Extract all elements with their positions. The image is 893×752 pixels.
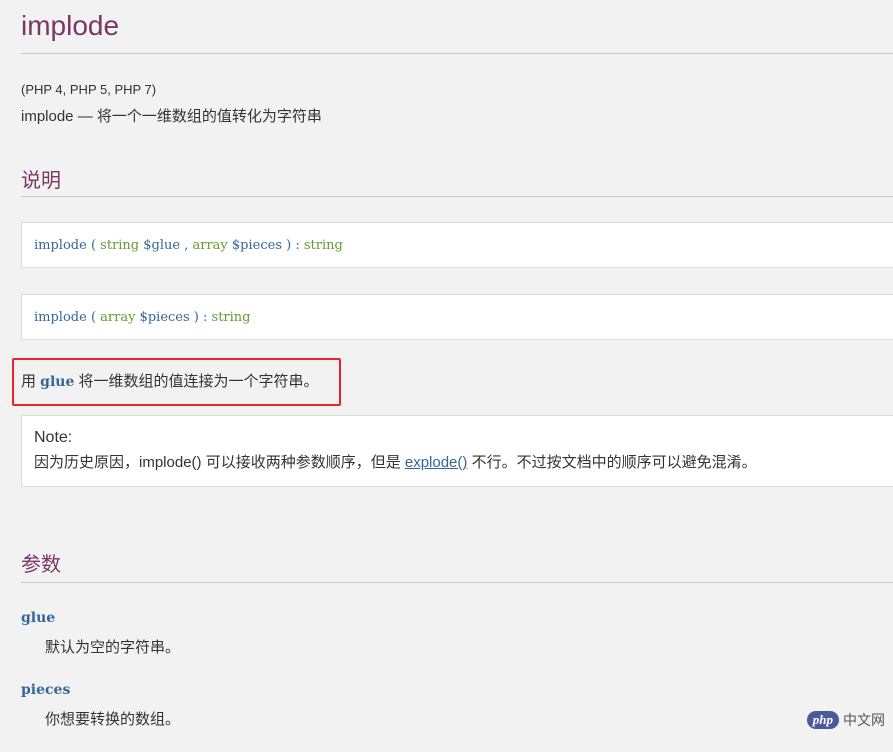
site-watermark: php 中文网 [806, 710, 885, 730]
note-colon: : [67, 429, 73, 446]
sig1-type1[interactable]: string [100, 238, 139, 253]
highlight-box [12, 358, 341, 406]
sig1-return[interactable]: string [304, 238, 343, 253]
signature-box-1: implode ( string $glue , array $pieces )… [21, 222, 893, 268]
php-versions: (PHP 4, PHP 5, PHP 7) [21, 82, 157, 97]
note-box: Note: 因为历史原因，implode() 可以接收两种参数顺序，但是 exp… [21, 415, 893, 487]
sig2-type1[interactable]: array [100, 310, 135, 325]
parameters-divider [21, 582, 893, 583]
param-name-pieces: pieces [21, 682, 71, 698]
sig1-function[interactable]: implode [34, 238, 87, 253]
param-desc-pieces: 你想要转换的数组。 [45, 711, 181, 728]
description-heading: 说明 [21, 170, 61, 192]
watermark-text: 中文网 [843, 712, 885, 728]
sig2-function[interactable]: implode [34, 310, 87, 325]
note-text-post: 不行。不过按文档中的顺序可以避免混淆。 [467, 454, 757, 471]
sig2-open: ( [86, 310, 101, 325]
function-purpose: implode — 将一个一维数组的值转化为字符串 [21, 105, 322, 126]
note-text: 因为历史原因，implode() 可以接收两种参数顺序，但是 explode()… [34, 451, 881, 472]
sig1-type2[interactable]: array [192, 238, 227, 253]
param-desc-glue: 默认为空的字符串。 [45, 639, 181, 656]
explode-link[interactable]: explode() [405, 454, 468, 471]
sig2-close: ) : [189, 310, 212, 325]
purpose-text: 将一个一维数组的值转化为字符串 [96, 108, 322, 125]
signature-box-2: implode ( array $pieces ) : string [21, 294, 893, 340]
note-label: Note [34, 429, 68, 446]
parameters-heading: 参数 [21, 554, 61, 576]
purpose-sep: — [73, 108, 97, 125]
sig1-close: ) : [282, 238, 304, 253]
sig1-var2: $pieces [227, 238, 282, 253]
title-divider [21, 53, 893, 54]
note-text-pre: 因为历史原因，implode() 可以接收两种参数顺序，但是 [34, 454, 405, 471]
purpose-name: implode [21, 108, 74, 125]
param-name-glue: glue [21, 610, 56, 626]
php-logo: php [806, 711, 839, 729]
sig1-open: ( [86, 238, 101, 253]
description-divider [21, 196, 893, 197]
note-heading: Note: [34, 429, 881, 447]
sig1-comma: , [180, 238, 193, 253]
sig2-return[interactable]: string [212, 310, 251, 325]
sig1-var1: $glue [139, 238, 181, 253]
sig2-var1: $pieces [135, 310, 190, 325]
page-title: implode [21, 10, 120, 41]
